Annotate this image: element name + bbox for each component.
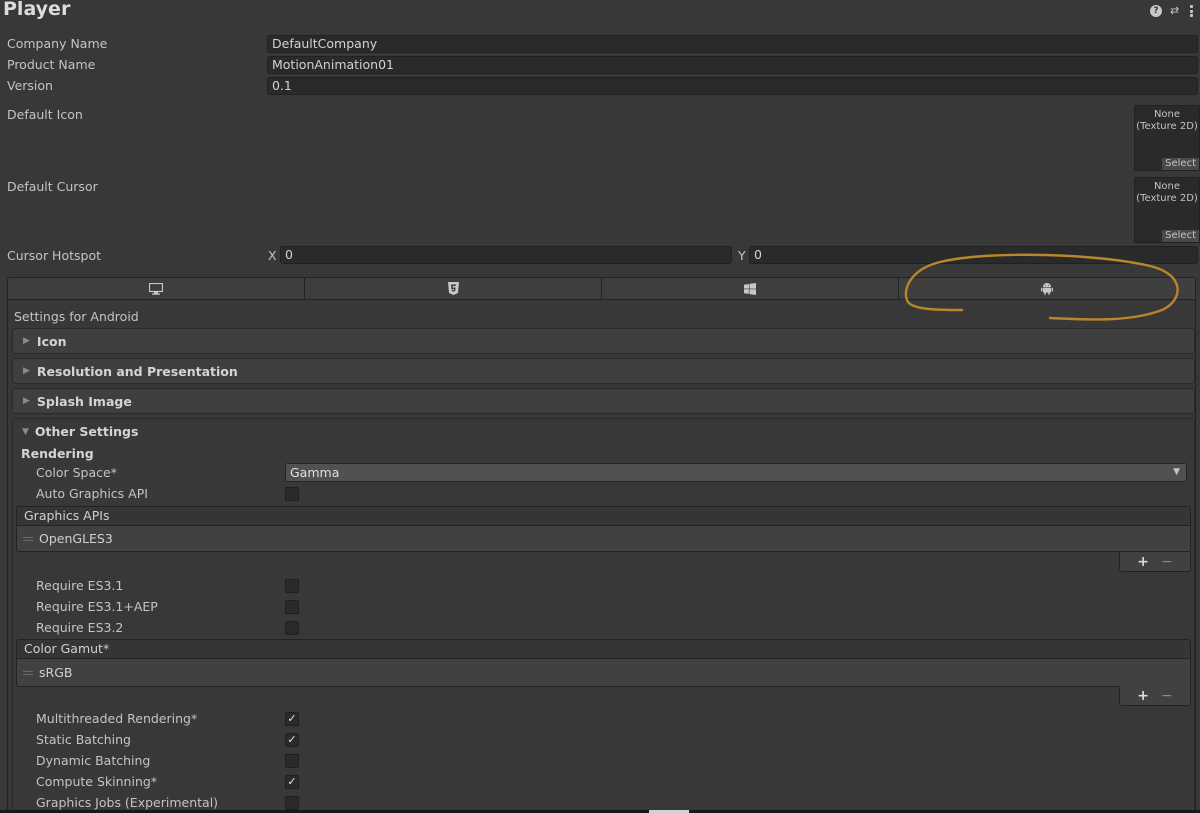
expand-arrow-icon: ▶ bbox=[23, 366, 30, 376]
cursor-hotspot-label: Cursor Hotspot bbox=[7, 248, 102, 263]
inspector-title: Player bbox=[3, 0, 71, 20]
dynamic-batching-checkbox[interactable] bbox=[285, 754, 299, 768]
expand-arrow-icon: ▶ bbox=[23, 336, 30, 346]
graphics-apis-list-item[interactable]: OpenGLES3 bbox=[16, 526, 1191, 552]
graphics-jobs-checkbox[interactable] bbox=[285, 796, 299, 810]
drag-handle-icon[interactable] bbox=[23, 670, 33, 675]
color-gamut-list-footer: + − bbox=[1119, 686, 1191, 706]
default-icon-select-button[interactable]: Select bbox=[1162, 158, 1199, 170]
color-space-value: Gamma bbox=[290, 465, 340, 480]
require-es31-aep-label: Require ES3.1+AEP bbox=[36, 599, 158, 614]
dynamic-batching-label: Dynamic Batching bbox=[36, 753, 151, 768]
version-label: Version bbox=[7, 78, 53, 93]
graphics-jobs-label: Graphics Jobs (Experimental) bbox=[36, 795, 219, 810]
default-icon-label: Default Icon bbox=[7, 107, 83, 122]
graphics-apis-list-header: Graphics APIs bbox=[16, 506, 1191, 526]
collapse-arrow-icon: ▼ bbox=[22, 426, 29, 437]
require-es32-label: Require ES3.2 bbox=[36, 620, 124, 635]
help-icon[interactable]: ? bbox=[1150, 5, 1162, 17]
default-cursor-object-field[interactable]: None (Texture 2D) Select bbox=[1134, 177, 1200, 243]
require-es31-checkbox[interactable] bbox=[285, 579, 299, 593]
tab-windows-store[interactable] bbox=[602, 278, 899, 299]
graphics-api-item-label: OpenGLES3 bbox=[39, 531, 113, 546]
section-icon[interactable]: ▶ Icon bbox=[12, 328, 1195, 354]
require-es32-checkbox[interactable] bbox=[285, 621, 299, 635]
company-name-label: Company Name bbox=[7, 36, 108, 51]
multithreaded-rendering-checkbox[interactable]: ✓ bbox=[285, 712, 299, 726]
require-es31-aep-checkbox[interactable] bbox=[285, 600, 299, 614]
section-other[interactable]: ▼ Other Settings bbox=[22, 424, 138, 439]
section-splash-title: Splash Image bbox=[36, 393, 132, 409]
auto-graphics-api-label: Auto Graphics API bbox=[36, 486, 148, 501]
monitor-icon bbox=[149, 282, 163, 295]
compute-skinning-checkbox[interactable]: ✓ bbox=[285, 775, 299, 789]
expand-arrow-icon: ▶ bbox=[23, 396, 30, 406]
section-other-title: Other Settings bbox=[34, 424, 139, 439]
product-name-label: Product Name bbox=[7, 57, 96, 72]
color-gamut-list-item[interactable]: sRGB bbox=[16, 659, 1191, 687]
product-name-field[interactable]: MotionAnimation01 bbox=[267, 56, 1198, 74]
graphics-apis-list-footer: + − bbox=[1119, 552, 1191, 572]
hotspot-x-field[interactable]: 0 bbox=[280, 246, 732, 264]
color-gamut-item-label: sRGB bbox=[39, 665, 73, 680]
default-cursor-type-text: (Texture 2D) bbox=[1136, 193, 1198, 204]
tab-standalone[interactable] bbox=[8, 278, 305, 299]
color-space-label: Color Space* bbox=[36, 465, 117, 480]
default-icon-none-text: None bbox=[1153, 109, 1181, 120]
section-icon-title: Icon bbox=[36, 333, 67, 349]
section-splash[interactable]: ▶ Splash Image bbox=[12, 388, 1195, 414]
drag-handle-icon[interactable] bbox=[23, 536, 33, 541]
default-icon-type-text: (Texture 2D) bbox=[1136, 121, 1198, 132]
version-field[interactable]: 0.1 bbox=[267, 77, 1198, 95]
html5-icon bbox=[447, 282, 459, 295]
section-resolution-title: Resolution and Presentation bbox=[36, 363, 238, 379]
section-resolution[interactable]: ▶ Resolution and Presentation bbox=[12, 358, 1195, 384]
settings-for-android-heading: Settings for Android bbox=[14, 309, 139, 324]
static-batching-checkbox[interactable]: ✓ bbox=[285, 733, 299, 747]
auto-graphics-api-checkbox[interactable] bbox=[285, 487, 299, 501]
default-cursor-none-text: None bbox=[1153, 181, 1181, 192]
annotation-circle-icon bbox=[904, 253, 1179, 321]
add-item-icon[interactable]: + bbox=[1137, 688, 1149, 704]
add-item-icon[interactable]: + bbox=[1137, 554, 1149, 570]
default-cursor-select-button[interactable]: Select bbox=[1162, 230, 1199, 242]
rendering-heading: Rendering bbox=[21, 446, 94, 461]
static-batching-label: Static Batching bbox=[36, 732, 131, 747]
hotspot-y-label[interactable]: Y bbox=[738, 248, 746, 263]
remove-item-icon[interactable]: − bbox=[1161, 688, 1173, 704]
presets-icon[interactable]: ⇄ bbox=[1170, 5, 1182, 17]
chevron-down-icon: ▼ bbox=[1173, 467, 1180, 477]
kebab-menu-icon[interactable] bbox=[1190, 5, 1194, 17]
color-gamut-list-header: Color Gamut* bbox=[16, 639, 1191, 659]
remove-item-icon[interactable]: − bbox=[1161, 554, 1173, 570]
color-space-dropdown[interactable]: Gamma ▼ bbox=[285, 463, 1187, 482]
require-es31-label: Require ES3.1 bbox=[36, 578, 124, 593]
multithreaded-rendering-label: Multithreaded Rendering* bbox=[36, 711, 198, 726]
compute-skinning-label: Compute Skinning* bbox=[36, 774, 158, 789]
header-icons: ? ⇄ bbox=[1150, 5, 1194, 17]
hotspot-x-label[interactable]: X bbox=[268, 248, 277, 263]
default-icon-object-field[interactable]: None (Texture 2D) Select bbox=[1134, 105, 1200, 171]
default-cursor-label: Default Cursor bbox=[7, 179, 98, 194]
windows-icon bbox=[744, 282, 756, 295]
company-name-field[interactable]: DefaultCompany bbox=[267, 35, 1198, 53]
tab-webgl[interactable] bbox=[305, 278, 602, 299]
